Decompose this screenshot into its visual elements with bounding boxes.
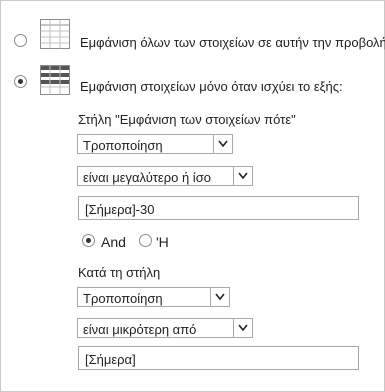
table-icon [40, 19, 70, 52]
filter1-value-text: [Σήμερα]-30 [85, 202, 155, 217]
or-label: 'H [156, 234, 169, 250]
show-all-radio[interactable] [14, 34, 27, 47]
filter2-operator-value: είναι μικρότερη από [83, 322, 197, 337]
filter2-column-select[interactable]: Τροποποίηση [77, 287, 230, 307]
chevron-down-icon[interactable] [233, 167, 252, 185]
filter1-column-value: Τροποποίηση [83, 138, 163, 153]
chevron-down-icon[interactable] [210, 288, 229, 306]
show-filtered-label: Εμφάνιση στοιχείων μόνο όταν ισχύει το ε… [80, 79, 343, 94]
show-all-label: Εμφάνιση όλων των στοιχείων σε αυτήν την… [80, 35, 385, 50]
filter1-operator-value: είναι μεγαλύτερο ή ίσο [83, 170, 211, 185]
filtered-table-icon [40, 65, 70, 98]
filter2-value-input[interactable]: [Σήμερα] [78, 346, 359, 370]
and-label: And [101, 234, 126, 250]
filter2-column-value: Τροποποίηση [83, 291, 163, 306]
chevron-down-icon[interactable] [213, 135, 232, 153]
filter2-operator-select[interactable]: είναι μικρότερη από [77, 318, 253, 338]
filter1-column-select[interactable]: Τροποποίηση [77, 134, 233, 154]
show-filtered-radio[interactable] [14, 75, 27, 88]
filter1-value-input[interactable]: [Σήμερα]-30 [78, 196, 359, 220]
chevron-down-icon[interactable] [233, 319, 252, 337]
and-radio[interactable] [82, 234, 95, 247]
filter-panel: Εμφάνιση όλων των στοιχείων σε αυτήν την… [0, 0, 385, 392]
filter1-operator-select[interactable]: είναι μεγαλύτερο ή ίσο [77, 166, 253, 186]
or-radio[interactable] [139, 234, 152, 247]
filter1-column-label: Στήλη "Εμφάνιση των στοιχείων πότε" [78, 112, 296, 127]
filter2-value-text: [Σήμερα] [85, 352, 136, 367]
filter2-column-label: Κατά τη στήλη [78, 265, 161, 280]
